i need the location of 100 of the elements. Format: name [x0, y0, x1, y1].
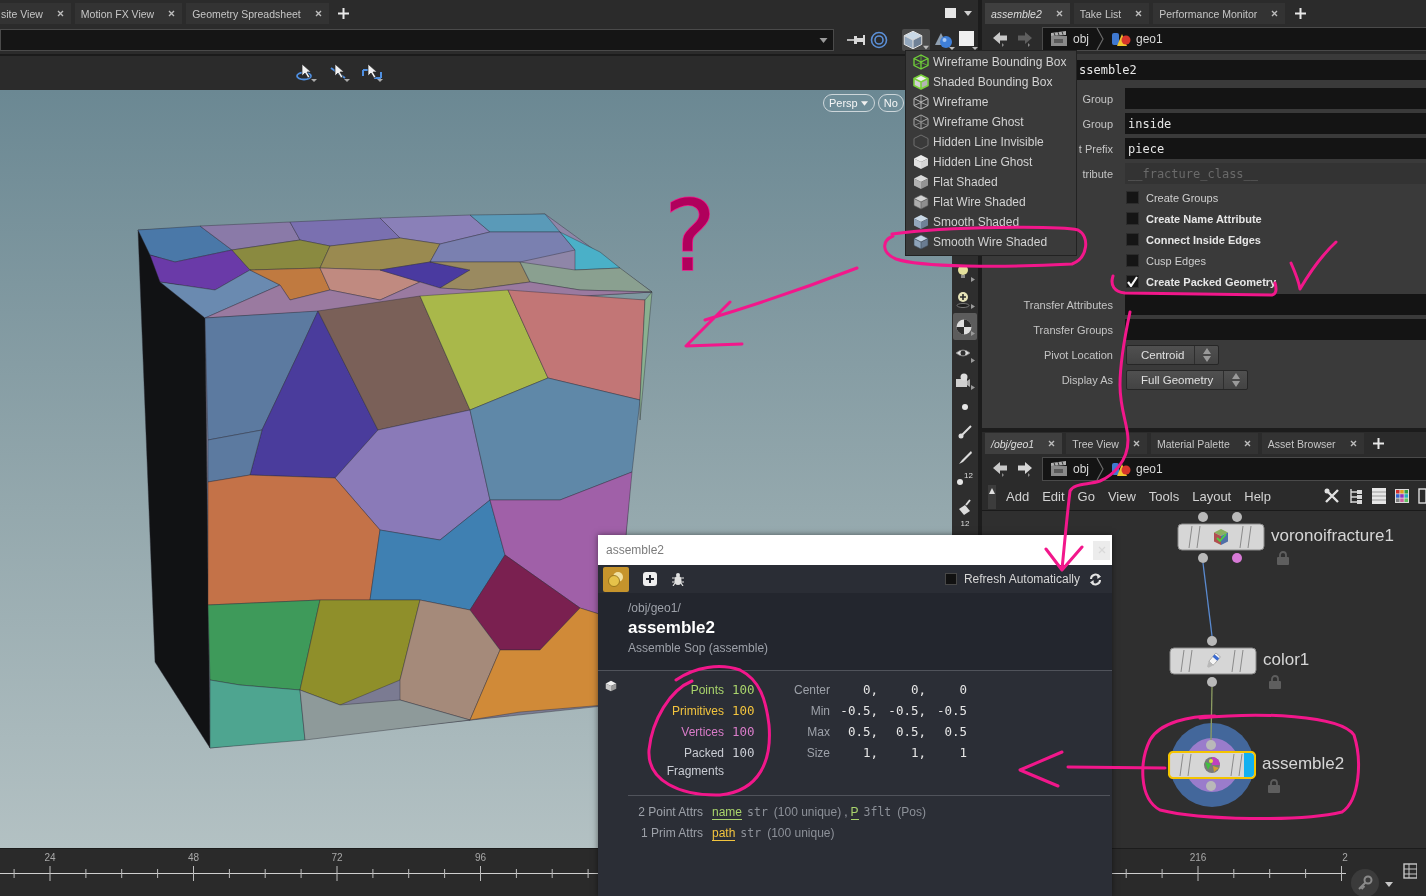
menu-item[interactable]: Wireframe: [906, 92, 1076, 112]
tab[interactable]: Tree View: [1066, 433, 1147, 454]
menu-item[interactable]: Hidden Line Invisible: [906, 132, 1076, 152]
tab[interactable]: Performance Monitor: [1153, 3, 1286, 24]
menu-item[interactable]: Smooth Shaded: [906, 212, 1076, 232]
cursor-disc-icon[interactable]: [296, 64, 318, 82]
input-field[interactable]: inside: [1125, 113, 1426, 134]
connector-icon[interactable]: [1232, 553, 1242, 563]
scroll-up-icon[interactable]: [988, 485, 996, 509]
node[interactable]: [1168, 751, 1256, 779]
menu-item[interactable]: Add: [1006, 484, 1030, 508]
close-icon[interactable]: [1132, 440, 1140, 447]
close-icon[interactable]: [314, 10, 322, 17]
menu-item[interactable]: Hidden Line Ghost: [906, 152, 1076, 172]
close-icon[interactable]: [168, 10, 176, 17]
checkbox[interactable]: [944, 573, 957, 585]
name-field[interactable]: ssemble2: [1077, 60, 1426, 80]
path-segment[interactable]: geo1: [1108, 458, 1166, 480]
tab[interactable]: site View: [0, 3, 71, 24]
panel-icon[interactable]: [1418, 488, 1426, 504]
connector-icon[interactable]: [1207, 677, 1217, 687]
caret-icon[interactable]: [1385, 882, 1393, 887]
tab[interactable]: Asset Browser: [1261, 433, 1364, 454]
caret-icon[interactable]: [964, 10, 972, 16]
node[interactable]: [1169, 647, 1257, 675]
menu-item[interactable]: Shaded Bounding Box: [906, 72, 1076, 92]
connector-icon[interactable]: [1198, 553, 1208, 563]
close-icon[interactable]: [1135, 10, 1143, 17]
dropdown-button[interactable]: Centroid: [1126, 344, 1220, 365]
target-icon[interactable]: [870, 31, 888, 49]
connector-icon[interactable]: [1198, 512, 1208, 522]
attribute-link[interactable]: name: [712, 805, 743, 820]
wrench-icon[interactable]: [1324, 488, 1340, 504]
geometry-button[interactable]: [603, 566, 629, 592]
checkbox[interactable]: [1126, 233, 1139, 246]
tool-button[interactable]: 12: [953, 519, 977, 531]
menu-item[interactable]: Go: [1077, 484, 1095, 508]
close-icon[interactable]: [1055, 10, 1063, 17]
tree-icon[interactable]: [1349, 488, 1363, 504]
path-segment[interactable]: obj: [1047, 458, 1092, 480]
cursor-frame-icon[interactable]: [362, 64, 384, 82]
close-icon[interactable]: [1243, 440, 1251, 447]
input-field[interactable]: [1125, 88, 1426, 109]
tab[interactable]: assemble2: [985, 3, 1070, 24]
cursor-line-icon[interactable]: [329, 64, 351, 82]
menu-item[interactable]: Wireframe Bounding Box: [906, 52, 1076, 72]
input-field[interactable]: [1125, 319, 1426, 340]
tab[interactable]: Geometry Spreadsheet: [186, 3, 329, 24]
refresh-icon[interactable]: [1089, 572, 1102, 586]
tab[interactable]: Motion FX View: [74, 3, 183, 24]
wire[interactable]: [1202, 562, 1213, 637]
plus-icon[interactable]: [1294, 8, 1306, 19]
menu-item[interactable]: Tools: [1148, 484, 1180, 508]
dropdown-field[interactable]: [0, 29, 834, 51]
node[interactable]: [1177, 523, 1265, 551]
menu-item[interactable]: View: [1107, 484, 1136, 508]
tool-button[interactable]: 12: [953, 469, 977, 494]
field-label: t Prefix: [1078, 142, 1113, 155]
square-icon[interactable]: [958, 30, 978, 50]
path-segment[interactable]: obj: [1047, 28, 1092, 50]
connector-icon[interactable]: [1232, 512, 1242, 522]
menu-item[interactable]: Flat Wire Shaded: [906, 192, 1076, 212]
left-arrow-icon[interactable]: [992, 31, 1009, 47]
display-mode-button[interactable]: [902, 29, 930, 51]
bug-icon[interactable]: [671, 572, 685, 586]
attribute-link[interactable]: P: [850, 805, 859, 820]
plus-square-icon[interactable]: [643, 572, 657, 586]
menu-item[interactable]: Layout: [1192, 484, 1232, 508]
right-arrow-icon[interactable]: [1016, 461, 1033, 477]
close-icon[interactable]: [56, 10, 64, 17]
close-icon[interactable]: [1271, 10, 1279, 17]
attribute-link[interactable]: path: [712, 826, 736, 841]
checkbox[interactable]: [1126, 275, 1139, 288]
grid-icon[interactable]: [1403, 863, 1417, 879]
wire[interactable]: [1210, 686, 1213, 741]
tab[interactable]: Take List: [1073, 3, 1150, 24]
input-field[interactable]: [1125, 294, 1426, 315]
checkbox[interactable]: [1126, 254, 1139, 267]
checkbox[interactable]: [1126, 212, 1139, 225]
color-grid-icon[interactable]: [1395, 489, 1409, 503]
input-field[interactable]: piece: [1125, 138, 1426, 159]
tool-button[interactable]: [953, 313, 977, 340]
connector-icon[interactable]: [1207, 636, 1217, 646]
menu-item[interactable]: Flat Shaded: [906, 172, 1076, 192]
menu-item[interactable]: Smooth Wire Shaded: [906, 232, 1076, 252]
tab[interactable]: Material Palette: [1150, 433, 1258, 454]
plus-icon[interactable]: [1373, 438, 1385, 449]
tab[interactable]: /obj/geo1: [985, 433, 1063, 454]
left-arrow-icon[interactable]: [992, 461, 1009, 477]
menu-item[interactable]: Edit: [1042, 484, 1065, 508]
close-icon[interactable]: [1048, 440, 1056, 447]
pin-icon[interactable]: [846, 33, 866, 47]
menu-item[interactable]: Wireframe Ghost: [906, 112, 1076, 132]
checkbox[interactable]: [1126, 191, 1139, 204]
plus-icon[interactable]: [338, 8, 350, 19]
path-segment[interactable]: geo1: [1108, 28, 1166, 50]
dropdown-button[interactable]: Full Geometry: [1126, 369, 1249, 390]
keyframe-button[interactable]: [1351, 869, 1379, 896]
menu-item[interactable]: Help: [1244, 484, 1271, 508]
close-icon[interactable]: [1349, 440, 1357, 447]
